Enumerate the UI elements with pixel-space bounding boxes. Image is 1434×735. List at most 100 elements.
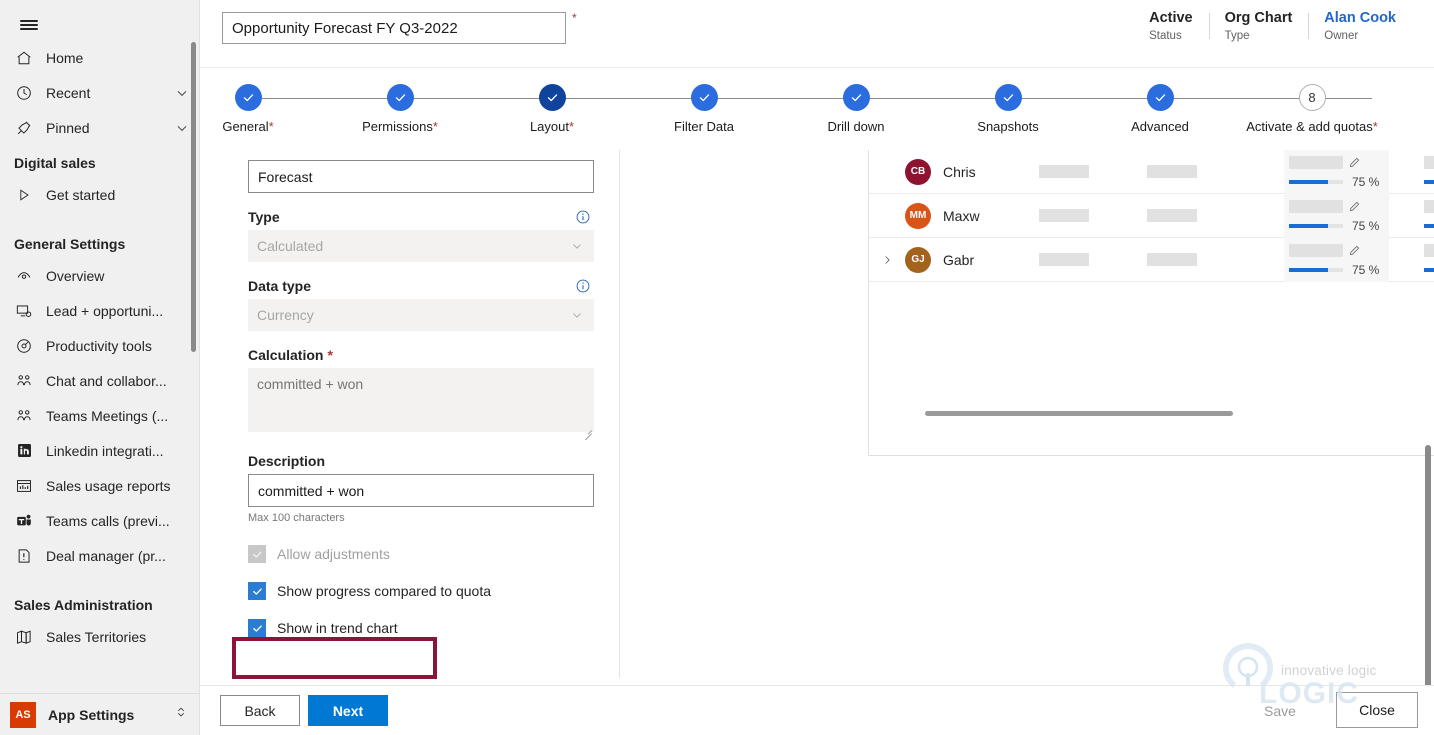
meta-status-label: Status [1149,30,1182,42]
alert-note-icon [14,546,34,566]
progress-bar [1424,268,1434,272]
step-snapshots[interactable]: Snapshots [933,84,1083,134]
skeleton-cell [1147,209,1197,222]
meta-type-label: Type [1224,30,1250,42]
step-filter-data[interactable]: Filter Data [629,84,779,134]
pencil-icon[interactable] [1348,200,1361,213]
chevron-updown-icon[interactable] [174,705,188,724]
sidebar-item-overview[interactable]: Overview [0,258,199,293]
info-icon[interactable] [575,278,591,294]
pencil-icon[interactable] [1348,244,1361,257]
quota-cell-editable[interactable]: 75 % [1284,150,1389,194]
eye-circle-icon [14,266,34,286]
checkbox-icon-checked-disabled [248,545,266,563]
avatar: CB [905,158,931,185]
step-permissions[interactable]: Permissions* [325,84,475,134]
checkbox-show-in-trend-chart[interactable]: Show in trend chart [248,614,591,642]
meta-owner-value[interactable]: Alan Cook [1324,10,1396,26]
step-circle-done [994,84,1022,111]
sidebar-item-sales-territories[interactable]: Sales Territories [0,619,199,654]
stepper-rail [262,97,1372,100]
save-button[interactable]: Save [1245,695,1315,726]
step-label: Filter Data [674,119,734,134]
step-activate-add-quotas[interactable]: 8 Activate & add quotas* [1237,84,1387,134]
meta-status-value: Active [1149,10,1193,26]
column-name-input[interactable] [248,160,594,193]
table-row[interactable]: GJ Gabr 75 % [869,238,1434,282]
meta-type-value: Org Chart [1224,10,1293,26]
skeleton-value [1289,200,1343,213]
map-icon [14,627,34,647]
sidebar-item-recent[interactable]: Recent [0,75,199,110]
sidebar-item-sales-usage-reports[interactable]: Sales usage reports [0,468,199,503]
checkbox-allow-adjustments[interactable]: Allow adjustments [248,540,591,568]
step-drill-down[interactable]: Drill down [781,84,931,134]
page-topbar: * Active Status Org Chart Type Alan Cook… [200,0,1434,68]
sidebar-item-chat-collaboration[interactable]: Chat and collabor... [0,363,199,398]
quota-cell-editable[interactable]: 75 % [1284,238,1389,282]
sidebar-item-lead-opportunity[interactable]: Lead + opportuni... [0,293,199,328]
column-settings-form: Type Calculated [200,150,620,678]
calculation-textarea[interactable] [248,368,594,432]
avatar-initials: GJ [911,254,925,265]
gauge-icon [14,336,34,356]
app-settings-switcher[interactable]: AS App Settings [0,693,199,735]
checkbox-label: Show in trend chart [277,620,398,636]
meta-owner: Alan Cook Owner [1308,10,1412,42]
step-advanced[interactable]: Advanced [1085,84,1235,134]
pencil-icon[interactable] [1348,156,1361,169]
sidebar-item-label: Lead + opportuni... [46,302,164,319]
sidebar-item-label: Get started [46,186,116,203]
step-layout[interactable]: Layout* [477,84,627,134]
checkbox-show-progress-compared-to-quota[interactable]: Show progress compared to quota [248,577,591,605]
table-row[interactable]: CB Chris 75 % [869,150,1434,194]
sidebar-nav-scroll: Home Recent Pinned Digital sales Get sta… [0,40,199,695]
sidebar-item-get-started[interactable]: Get started [0,177,199,212]
type-label: Type [248,209,280,225]
preview-horizontal-scrollbar[interactable] [925,411,1233,416]
quota-cell-editable[interactable]: 75 % [1284,194,1389,238]
step-general[interactable]: General* [173,84,323,134]
progress-bar [1424,180,1434,184]
info-icon[interactable] [575,209,591,225]
sidebar-item-label: Chat and collabor... [46,372,167,389]
type-dropdown[interactable]: Calculated [248,230,594,262]
table-row[interactable]: MM Maxw 75 % [869,194,1434,238]
step-label: Permissions* [362,119,438,134]
data-type-dropdown[interactable]: Currency [248,299,594,331]
close-button[interactable]: Close [1336,692,1418,728]
sidebar-item-linkedin-integration[interactable]: Linkedin integrati... [0,433,199,468]
progress-bar [1289,224,1343,228]
sidebar-item-productivity-tools[interactable]: Productivity tools [0,328,199,363]
bar-chart-icon [14,476,34,496]
meta-type: Org Chart Type [1208,10,1309,42]
sidebar-item-deal-manager[interactable]: Deal manager (pr... [0,538,199,573]
step-circle-done [1146,84,1174,111]
skeleton-value [1424,244,1434,257]
preview-grid-card: CB Chris 75 % MM Maxw 75 % GJ Gabr 75 % [868,150,1434,456]
checkbox-icon-checked [248,582,266,600]
step-label: Layout* [529,119,575,134]
description-label: Description [248,453,326,469]
sidebar-item-home[interactable]: Home [0,40,199,75]
description-input[interactable] [248,474,594,507]
sidebar-item-teams-calls[interactable]: Teams calls (previ... [0,503,199,538]
pin-icon [14,118,34,138]
row-expand-chevron-icon[interactable] [869,253,905,267]
hamburger-menu-icon[interactable] [12,8,46,42]
sidebar-item-label: Sales Territories [46,628,147,645]
step-label: Snapshots [977,119,1039,134]
row-name: Gabr [943,251,975,268]
step-circle-done [690,84,718,111]
sidebar-item-teams-meetings[interactable]: Teams Meetings (... [0,398,199,433]
sidebar-section-general-settings: General Settings [14,236,126,252]
skeleton-value [1289,156,1343,169]
back-button[interactable]: Back [220,695,300,726]
next-button[interactable]: Next [308,695,388,726]
sidebar-item-pinned[interactable]: Pinned [0,110,199,145]
description-hint: Max 100 characters [248,512,345,524]
forecast-name-input[interactable] [222,12,566,44]
progress-bar [1424,224,1434,228]
wizard-footer: Back Next Save Close [200,685,1434,735]
